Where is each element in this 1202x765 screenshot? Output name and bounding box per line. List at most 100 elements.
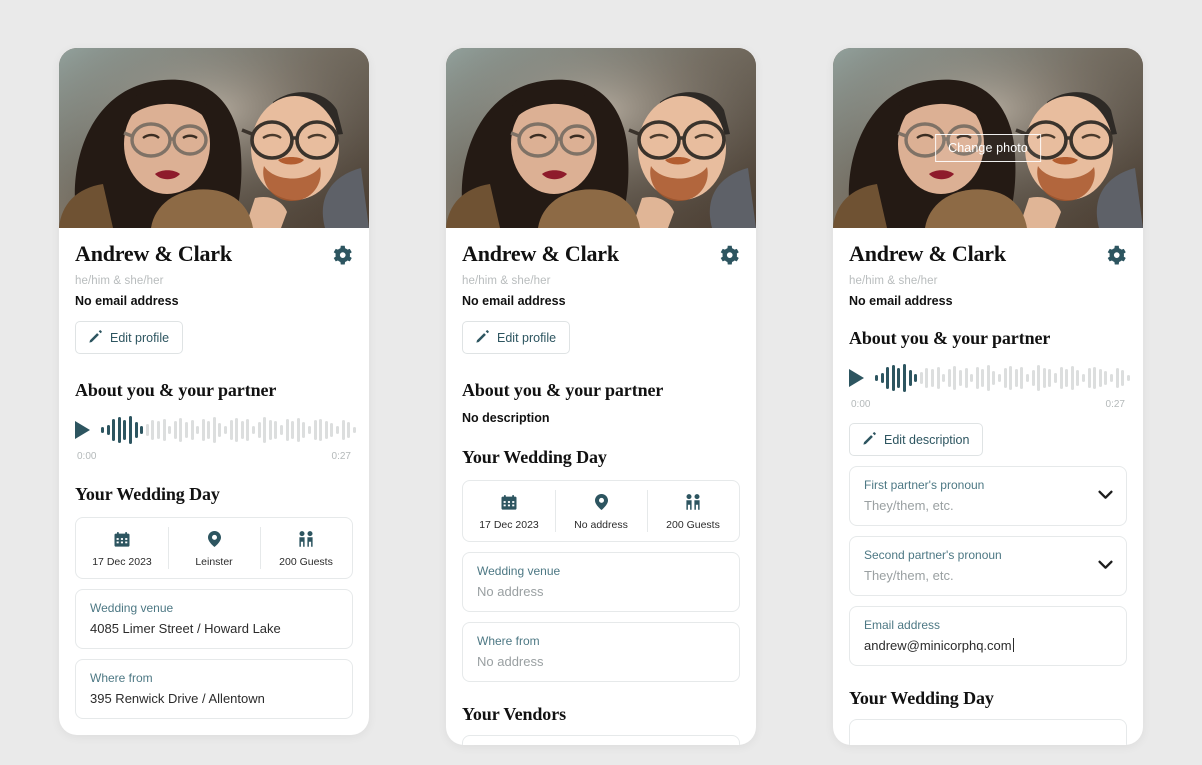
pronouns-text: he/him & she/her (462, 275, 551, 287)
waveform-bar (319, 419, 323, 441)
field-card[interactable]: Email address andrew@minicorphq.com (849, 606, 1127, 666)
wedding-card-clipped[interactable] (849, 719, 1127, 745)
waveform-bar (930, 369, 934, 387)
field-card[interactable]: Wedding venue 4085 Limer Street / Howard … (75, 589, 353, 649)
field-card[interactable]: Where from 395 Renwick Drive / Allentown (75, 659, 353, 719)
mockup-stage: Andrew & Clark he/him & she/her No email… (0, 0, 1202, 765)
waveform-bar (168, 426, 172, 434)
waveform-bar (1081, 374, 1085, 382)
waveform-bar (190, 420, 194, 440)
waveform-bar (1070, 366, 1074, 390)
waveform-bar (140, 426, 144, 434)
waveform-bar (324, 421, 328, 439)
pencil-icon (863, 431, 876, 448)
chevron-down-icon[interactable] (1098, 557, 1113, 575)
waveform-bar (151, 420, 155, 440)
wedding-stat[interactable]: 17 Dec 2023 (76, 518, 168, 578)
edit-form-fields: First partner's pronoun They/them, etc. Se… (849, 466, 1127, 666)
edit-description-label: Edit description (884, 432, 970, 447)
waveform-bar (1126, 375, 1130, 381)
couple-name: Andrew & Clark (849, 241, 1006, 266)
edit-profile-button[interactable]: Edit profile (462, 321, 571, 354)
waveform-bar (908, 370, 912, 386)
waveform-bar (936, 367, 940, 389)
waveform-bar (1104, 371, 1108, 385)
waveform-bar (291, 421, 295, 439)
text-cursor (1012, 638, 1014, 652)
waveform-bar (112, 419, 116, 441)
waveform-bar (134, 422, 138, 438)
waveform[interactable] (875, 363, 1130, 393)
chevron-down-icon[interactable] (1098, 487, 1113, 505)
waveform-bar (1003, 368, 1007, 388)
waveform-bar (274, 421, 278, 439)
waveform-bar (986, 365, 990, 391)
waveform-bar (1093, 367, 1097, 389)
audio-player[interactable]: 0:00 0:27 (849, 363, 1130, 410)
field-label: Wedding venue (90, 601, 174, 615)
field-card[interactable]: Second partner's pronoun They/them, etc. (849, 536, 1127, 596)
waveform-bar (263, 417, 267, 443)
edit-profile-button[interactable]: Edit profile (75, 321, 184, 354)
waveform-bar (240, 421, 244, 439)
about-section-title: About you & your partner (849, 328, 1051, 348)
couple-photo[interactable] (59, 48, 369, 228)
field-card[interactable]: First partner's pronoun They/them, etc. (849, 466, 1127, 526)
wedding-stat[interactable]: 17 Dec 2023 (463, 481, 555, 541)
waveform-bar (285, 419, 289, 441)
waveform-bar (201, 419, 205, 441)
couple-name: Andrew & Clark (462, 241, 619, 266)
vendor-card-clipped[interactable] (462, 735, 740, 745)
field-value[interactable]: No address (477, 654, 725, 669)
waveform-bar (302, 422, 306, 438)
field-value[interactable]: They/them, etc. (864, 498, 1112, 513)
pencil-icon (476, 329, 489, 346)
vendors-title: Your Vendors (462, 704, 567, 724)
waveform-bar (235, 418, 239, 442)
pencil-icon (89, 329, 102, 346)
edit-description-button[interactable]: Edit description (849, 423, 984, 456)
field-card[interactable]: Wedding venue No address (462, 552, 740, 612)
play-icon[interactable] (849, 369, 864, 387)
wedding-day-title: Your Wedding Day (75, 484, 220, 504)
wedding-stat-label: 200 Guests (666, 519, 720, 531)
field-value[interactable]: 395 Renwick Drive / Allentown (90, 691, 338, 706)
waveform-bar (953, 366, 957, 390)
field-card[interactable]: Where from No address (462, 622, 740, 682)
waveform-bar (919, 372, 923, 384)
field-value[interactable]: No address (477, 584, 725, 599)
waveform-bar (975, 367, 979, 389)
gear-icon[interactable] (719, 244, 740, 270)
waveform-bar (947, 369, 951, 387)
waveform-bar (335, 426, 339, 434)
waveform-bar (224, 426, 228, 434)
wedding-stat[interactable]: 200 Guests (647, 481, 739, 541)
play-icon[interactable] (75, 421, 90, 439)
wedding-stat[interactable]: Leinster (168, 518, 260, 578)
field-value[interactable]: 4085 Limer Street / Howard Lake (90, 621, 338, 636)
about-section-title: About you & your partner (75, 380, 277, 400)
gear-icon[interactable] (1106, 244, 1127, 270)
edit-profile-label: Edit profile (497, 330, 557, 345)
waveform-bar (218, 423, 222, 437)
waveform-bar (958, 370, 962, 386)
field-label: Where from (477, 634, 540, 648)
waveform-bar (162, 419, 166, 441)
couple-photo[interactable] (446, 48, 756, 228)
change-photo-button[interactable]: Change photo (935, 134, 1041, 162)
wedding-stat[interactable]: No address (555, 481, 647, 541)
waveform-bar (998, 374, 1002, 382)
two-people-icon (264, 529, 348, 549)
couple-photo[interactable]: Change photo (833, 48, 1143, 228)
field-value[interactable]: andrew@minicorphq.com (864, 638, 1112, 653)
waveform[interactable] (101, 415, 356, 445)
waveform-bar (1042, 368, 1046, 388)
waveform-bar (1121, 370, 1125, 386)
wedding-stat-label: No address (574, 519, 628, 531)
audio-player[interactable]: 0:00 0:27 (75, 415, 356, 462)
field-value[interactable]: They/them, etc. (864, 568, 1112, 583)
calendar-icon (467, 492, 551, 512)
gear-icon[interactable] (332, 244, 353, 270)
wedding-stat[interactable]: 200 Guests (260, 518, 352, 578)
waveform-bar (1065, 369, 1069, 387)
